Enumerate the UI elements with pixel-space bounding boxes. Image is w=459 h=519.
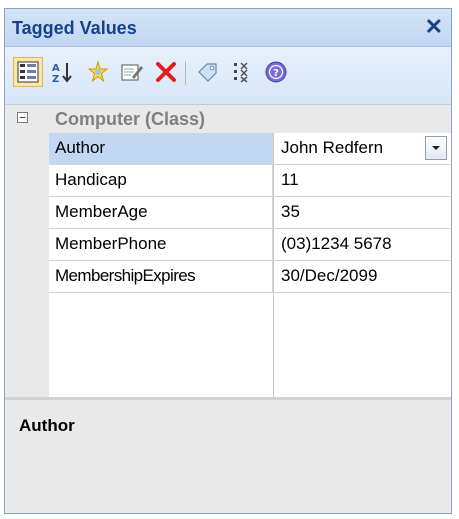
svg-text:Z: Z [52,74,59,84]
tag-row-handicap[interactable]: Handicap 11 [49,165,451,197]
tag-value[interactable]: 35 [273,197,451,228]
description-pane: Author [5,397,451,513]
categorized-view-icon [17,61,39,83]
tag-name: Author [49,133,273,164]
category-label: Computer (Class) [55,109,206,129]
tag-row-memberage[interactable]: MemberAge 35 [49,197,451,229]
sort-alphabetical-icon: A Z [52,63,72,84]
tag-row-membershipexpires[interactable]: MembershipExpires 30/Dec/2099 [49,261,451,293]
sort-alphabetical-button[interactable]: A Z [47,57,77,87]
close-icon[interactable]: ✕ [425,14,443,40]
title-bar: Tagged Values ✕ [5,9,451,47]
delete-icon [156,62,176,82]
categorized-view-button[interactable] [13,57,43,87]
help-icon: ? [265,61,287,83]
description-title: Author [19,416,75,435]
inherited-values-icon [234,62,248,83]
value-dropdown-button[interactable] [425,136,447,160]
tag-row-author[interactable]: Author John Redfern [49,133,451,165]
category-row[interactable]: − Computer (Class) [5,105,451,133]
grid-left-margin [5,105,49,397]
tag-value[interactable]: (03)1234 5678 [273,229,451,260]
svg-text:?: ? [273,68,279,79]
toolbar-separator [185,61,186,85]
svg-text:A: A [52,63,60,74]
tag-name: MemberAge [49,197,273,228]
tag-name: MembershipExpires [49,261,273,292]
tag-value[interactable]: John Redfern [273,133,451,164]
new-tag-button[interactable] [83,57,113,87]
tag-button[interactable] [193,57,223,87]
tag-value-text: John Redfern [281,138,384,157]
inherited-values-button[interactable] [227,57,257,87]
tag-name: Handicap [49,165,273,196]
tag-icon [198,63,217,82]
chevron-down-icon [432,146,440,150]
tag-row-memberphone[interactable]: MemberPhone (03)1234 5678 [49,229,451,261]
tagged-values-window: Tagged Values ✕ A Z ? − Computer (Class)… [4,8,452,514]
tag-value[interactable]: 11 [273,165,451,196]
edit-note-button[interactable] [117,57,147,87]
tag-value[interactable]: 30/Dec/2099 [273,261,451,292]
window-title: Tagged Values [12,18,137,38]
collapse-icon[interactable]: − [17,112,28,123]
edit-note-icon [121,64,143,81]
tagged-values-grid: − Computer (Class) Author John Redfern H… [5,105,451,397]
new-tag-icon [87,60,109,83]
tag-name: MemberPhone [49,229,273,260]
help-button[interactable]: ? [261,57,291,87]
toolbar: A Z ? [5,47,451,105]
delete-button[interactable] [151,57,181,87]
